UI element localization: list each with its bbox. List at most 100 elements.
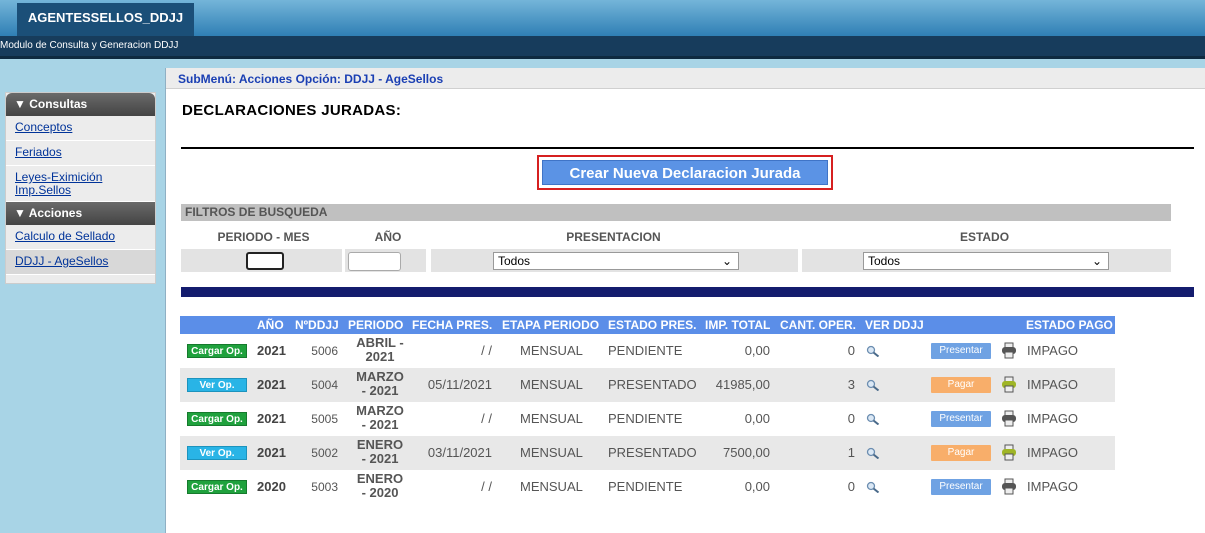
op-button[interactable]: Cargar Op. [187,344,247,358]
pagar-button[interactable]: Pagar [931,377,991,393]
op-button[interactable]: Cargar Op. [187,412,247,426]
sidebar-item-calculo[interactable]: Calculo de Sellado [6,225,155,250]
col-header-fecha: FECHA PRES. [412,318,493,332]
magnifier-icon[interactable] [866,413,880,425]
col-header-anio: AÑO [257,318,284,332]
filter-label-periodo: PERIODO - MES [217,230,310,244]
periodo-input[interactable] [246,252,284,270]
presentar-button[interactable]: Presentar [931,479,991,495]
cell-anio: 2020 [257,479,286,494]
sidebar-item-conceptos[interactable]: Conceptos [6,116,155,141]
periodo-line1: MARZO [356,369,404,384]
cell-ddjj: 5003 [311,480,338,494]
cell-fecha: / / [481,343,492,358]
printer-icon[interactable] [1001,444,1017,461]
create-ddjj-button[interactable]: Crear Nueva Declaracion Jurada [542,160,828,185]
app-tab[interactable]: AGENTESSELLOS_DDJJ [17,3,194,36]
col-header-total: IMP. TOTAL [705,318,771,332]
magnifier-icon[interactable] [866,481,880,493]
sub-header: Modulo de Consulta y Generacion DDJJ [0,36,1205,56]
filters-heading: FILTROS DE BUSQUEDA [181,204,1171,221]
table-row: Ver Op. 2021 5002 ENERO - 2021 03/11/2021 MENS… [180,436,1115,470]
col-header-ddjj: NºDDJJ [295,318,339,332]
filter-cell-anio [345,249,426,272]
header-divider [0,56,1205,59]
periodo-line1: MARZO [356,403,404,418]
create-button-highlight: Crear Nueva Declaracion Jurada [537,155,833,190]
periodo-line1: ABRIL - [356,335,404,350]
section-divider [181,287,1194,297]
magnifier-icon[interactable] [866,379,880,391]
op-button[interactable]: Cargar Op. [187,480,247,494]
presentacion-select[interactable]: Todos ⌄ [493,252,739,270]
table-header: AÑO NºDDJJ PERIODO FECHA PRES. ETAPA PER… [180,316,1115,334]
periodo-line2: 2021 [365,349,395,364]
cell-periodo: ABRIL -2021 [350,336,410,364]
op-button[interactable]: Ver Op. [187,378,247,392]
cell-anio: 2021 [257,411,286,426]
col-header-ver: VER DDJJ [865,318,924,332]
sidebar-item-feriados[interactable]: Feriados [6,141,155,166]
sidebar-footer [6,275,155,283]
cell-fecha: 05/11/2021 [427,377,492,392]
presentar-button[interactable]: Presentar [931,343,991,359]
cell-estado: PENDIENTE [608,479,683,494]
cell-pago: IMPAGO [1027,377,1079,392]
printer-icon[interactable] [1001,478,1017,495]
cell-etapa: MENSUAL [520,445,583,460]
estado-select[interactable]: Todos ⌄ [863,252,1109,270]
printer-icon[interactable] [1001,376,1017,393]
filter-label-anio: AÑO [374,230,402,244]
cell-estado: PRESENTADO [608,445,697,460]
cell-pago: IMPAGO [1027,445,1079,460]
cell-cant: 0 [847,411,855,426]
cell-cant: 1 [847,445,855,460]
page-title: DECLARACIONES JURADAS: [182,102,402,119]
presentar-button[interactable]: Presentar [931,411,991,427]
col-header-etapa: ETAPA PERIODO [502,318,600,332]
sidebar-section-consultas[interactable]: ▼ Consultas [6,93,155,116]
cell-anio: 2021 [257,377,286,392]
cell-estado: PRESENTADO [608,377,697,392]
col-header-periodo: PERIODO [348,318,404,332]
periodo-line1: ENERO [356,437,404,452]
anio-input[interactable] [348,252,401,271]
estado-select-value: Todos [868,254,901,268]
cell-etapa: MENSUAL [520,343,583,358]
pagar-button[interactable]: Pagar [931,445,991,461]
cell-total: 0,00 [744,343,770,358]
chevron-down-icon: ⌄ [1091,254,1102,268]
cell-etapa: MENSUAL [520,377,583,392]
cell-pago: IMPAGO [1027,343,1079,358]
col-header-pago: ESTADO PAGO [1026,318,1113,332]
cell-anio: 2021 [257,445,286,460]
cell-cant: 3 [847,377,855,392]
presentacion-select-value: Todos [498,254,531,268]
cell-pago: IMPAGO [1027,411,1079,426]
cell-periodo: MARZO - 2021 [350,404,410,432]
sidebar-item-leyes[interactable]: Leyes-Eximición Imp.Sellos [6,166,155,202]
periodo-line2: - 2021 [361,451,399,466]
table-row: Cargar Op. 2021 5006 ABRIL -2021 / / MENSUAL P… [180,334,1115,368]
magnifier-icon[interactable] [866,447,880,459]
breadcrumb-text: SubMenú: Acciones Opción: DDJJ - AgeSell… [178,72,444,86]
filter-cell-presentacion: Todos ⌄ [431,249,798,272]
cell-fecha: 03/11/2021 [427,445,492,460]
sidebar-section-acciones[interactable]: ▼ Acciones [6,202,155,225]
cell-ddjj: 5006 [311,344,338,358]
col-header-estado: ESTADO PRES. [608,318,697,332]
table-row: Ver Op. 2021 5004 MARZO - 2021 05/11/2021 MENS… [180,368,1115,402]
sidebar: ▼ Consultas Conceptos Feriados Leyes-Exi… [5,92,156,284]
cell-total: 7500,00 [723,445,770,460]
sidebar-item-ddjj[interactable]: DDJJ - AgeSellos [6,250,155,275]
cell-etapa: MENSUAL [520,479,583,494]
cell-pago: IMPAGO [1027,479,1079,494]
op-button[interactable]: Ver Op. [187,446,247,460]
top-bar: AGENTESSELLOS_DDJJ [0,0,1205,36]
cell-etapa: MENSUAL [520,411,583,426]
printer-icon[interactable] [1001,342,1017,359]
col-header-cant: CANT. OPER. [780,318,857,332]
magnifier-icon[interactable] [866,345,880,357]
printer-icon[interactable] [1001,410,1017,427]
cell-total: 0,00 [744,479,770,494]
